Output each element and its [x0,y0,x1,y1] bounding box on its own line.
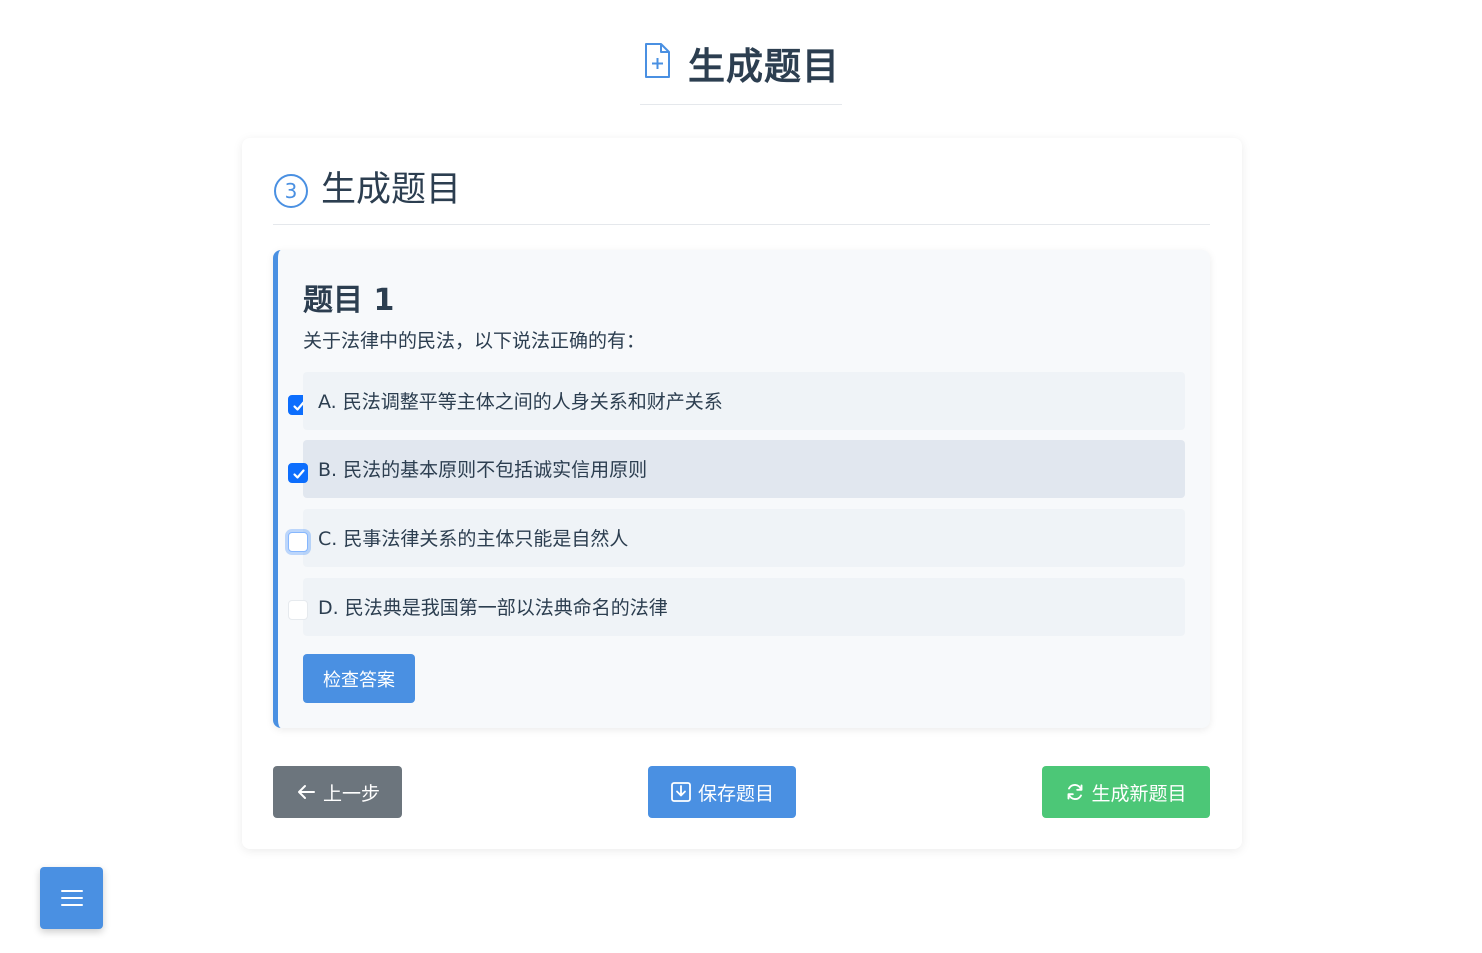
step-header: 3 生成题目 [273,168,1210,225]
check-answer-button[interactable]: 检查答案 [303,654,415,703]
refresh-icon [1068,784,1083,800]
step-card: 3 生成题目 题目 1 关于法律中的民法，以下说法正确的有： A. 民法调整平等… [242,138,1242,849]
step-title: 生成题目 [321,170,462,210]
option-a-label[interactable]: A. 民法调整平等主体之间的人身关系和财产关系 [318,387,723,414]
save-question-button[interactable]: 保存题目 [648,766,796,818]
file-plus-icon [642,42,672,84]
option-d-label[interactable]: D. 民法典是我国第一部以法典命名的法律 [318,593,668,620]
prev-step-button[interactable]: 上一步 [273,766,402,818]
option-c-checkbox[interactable] [288,532,308,552]
option-b-label[interactable]: B. 民法的基本原则不包括诚实信用原则 [318,455,647,482]
page-title: 生成题目 [688,45,840,88]
checkmark-icon [293,469,305,479]
save-question-label: 保存题目 [697,782,774,805]
generate-new-label: 生成新题目 [1091,782,1187,805]
option-b-row[interactable]: B. 民法的基本原则不包括诚实信用原则 [303,440,1185,498]
option-d-checkbox[interactable] [288,600,308,620]
page-header: 生成题目 [0,0,1482,105]
question-card: 题目 1 关于法律中的民法，以下说法正确的有： A. 民法调整平等主体之间的人身… [273,250,1210,728]
option-c-row[interactable]: C. 民事法律关系的主体只能是自然人 [303,509,1185,567]
question-text: 关于法律中的民法，以下说法正确的有： [303,330,646,352]
generate-new-button[interactable]: 生成新题目 [1042,766,1210,818]
hamburger-menu-icon [60,890,83,906]
prev-step-label: 上一步 [322,782,380,805]
option-d-row[interactable]: D. 民法典是我国第一部以法典命名的法律 [303,578,1185,636]
download-icon [671,782,691,802]
page-header-inner: 生成题目 [640,36,842,105]
circled-number-icon: 3 [273,173,309,213]
option-a-row[interactable]: A. 民法调整平等主体之间的人身关系和财产关系 [303,372,1185,430]
question-title: 题目 1 [303,283,395,318]
option-b-checkbox[interactable] [288,463,308,483]
option-c-label[interactable]: C. 民事法律关系的主体只能是自然人 [318,524,628,551]
menu-toggle-button[interactable] [40,867,103,929]
arrow-left-icon [297,785,315,799]
step-number: 3 [285,179,298,203]
